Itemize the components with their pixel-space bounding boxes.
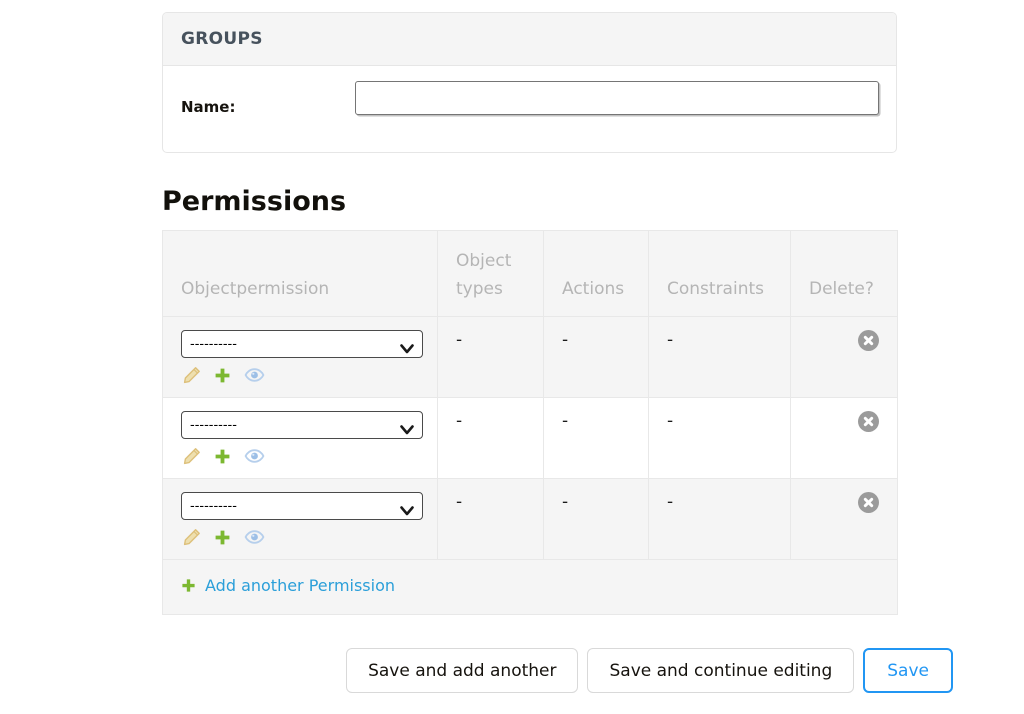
objectpermission-cell: ---------- (163, 398, 438, 479)
add-permission-cell: Add another Permission (163, 560, 898, 615)
col-header-actions: Actions (544, 231, 649, 317)
submit-button-row: Save and add another Save and continue e… (0, 648, 953, 693)
objectpermission-cell: ---------- (163, 317, 438, 398)
delete-row-icon[interactable] (858, 492, 879, 513)
groups-panel: GROUPS Name: (162, 12, 897, 153)
constraints-cell: - (649, 398, 791, 479)
objectpermission-cell: ---------- (163, 479, 438, 560)
add-plus-icon[interactable] (214, 529, 231, 546)
permissions-heading: Permissions (162, 186, 346, 217)
table-row: ---------- (163, 398, 898, 479)
actions-cell: - (544, 398, 649, 479)
add-permission-row: Add another Permission (163, 560, 898, 615)
actions-cell: - (544, 317, 649, 398)
table-header-row: Objectpermission Object types Actions Co… (163, 231, 898, 317)
edit-pencil-icon[interactable] (183, 447, 201, 465)
objectpermission-select[interactable]: ---------- (181, 330, 423, 358)
delete-row-icon[interactable] (858, 330, 879, 351)
related-widget-actions (183, 365, 427, 385)
object-types-cell: - (438, 317, 544, 398)
table-row: ---------- (163, 317, 898, 398)
add-plus-icon[interactable] (214, 367, 231, 384)
related-widget-actions (183, 446, 427, 466)
save-button[interactable]: Save (863, 648, 953, 693)
col-header-constraints: Constraints (649, 231, 791, 317)
group-name-input[interactable] (355, 81, 879, 115)
add-another-permission-link[interactable]: Add another Permission (181, 576, 395, 595)
objectpermission-select[interactable]: ---------- (181, 411, 423, 439)
view-eye-icon[interactable] (244, 530, 265, 544)
constraints-cell: - (649, 317, 791, 398)
delete-cell (791, 317, 898, 398)
object-types-cell: - (438, 398, 544, 479)
view-eye-icon[interactable] (244, 368, 265, 382)
add-another-permission-label: Add another Permission (205, 576, 395, 595)
objectpermission-select[interactable]: ---------- (181, 492, 423, 520)
edit-pencil-icon[interactable] (183, 528, 201, 546)
table-row: ---------- (163, 479, 898, 560)
save-and-add-another-button[interactable]: Save and add another (346, 648, 578, 693)
col-header-objectpermission: Objectpermission (163, 231, 438, 317)
name-label: Name: (181, 98, 235, 116)
edit-pencil-icon[interactable] (183, 366, 201, 384)
col-header-object-types: Object types (438, 231, 544, 317)
delete-cell (791, 398, 898, 479)
save-and-continue-button[interactable]: Save and continue editing (587, 648, 854, 693)
constraints-cell: - (649, 479, 791, 560)
groups-panel-body: Name: (163, 66, 896, 152)
permissions-table: Objectpermission Object types Actions Co… (162, 230, 898, 615)
related-widget-actions (183, 527, 427, 547)
objectpermission-select-wrap: ---------- (181, 411, 423, 439)
actions-cell: - (544, 479, 649, 560)
view-eye-icon[interactable] (244, 449, 265, 463)
col-header-delete: Delete? (791, 231, 898, 317)
add-plus-icon (181, 578, 196, 593)
group-edit-page: GROUPS Name: Permissions Objectpermissio… (0, 0, 1024, 714)
objectpermission-select-wrap: ---------- (181, 330, 423, 358)
object-types-cell: - (438, 479, 544, 560)
delete-cell (791, 479, 898, 560)
delete-row-icon[interactable] (858, 411, 879, 432)
add-plus-icon[interactable] (214, 448, 231, 465)
groups-panel-title: GROUPS (163, 13, 896, 66)
objectpermission-select-wrap: ---------- (181, 492, 423, 520)
